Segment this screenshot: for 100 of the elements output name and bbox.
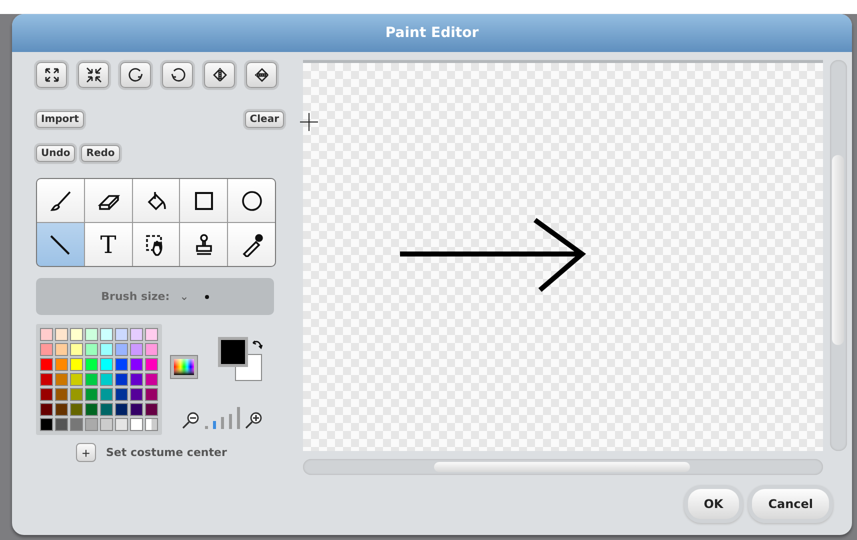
color-swatch[interactable] bbox=[70, 358, 83, 371]
color-swatch[interactable] bbox=[85, 343, 98, 356]
color-swatch[interactable] bbox=[70, 418, 83, 431]
flip-vertical-icon bbox=[252, 66, 270, 84]
eraser-tool[interactable] bbox=[84, 179, 132, 222]
color-swatch[interactable] bbox=[100, 328, 113, 341]
color-swatch[interactable] bbox=[70, 388, 83, 401]
rotate-right-button[interactable] bbox=[162, 62, 193, 88]
ellipse-tool[interactable] bbox=[228, 179, 275, 222]
color-swatch[interactable] bbox=[70, 403, 83, 416]
ok-button[interactable]: OK bbox=[688, 489, 740, 519]
brush-size-label: Brush size: bbox=[101, 290, 170, 303]
grow-icon bbox=[42, 66, 60, 84]
color-swatch[interactable] bbox=[85, 403, 98, 416]
eyedropper-tool[interactable] bbox=[228, 223, 275, 266]
cancel-button[interactable]: Cancel bbox=[752, 489, 829, 519]
brush-size-dot bbox=[204, 294, 209, 298]
vertical-scrollbar[interactable] bbox=[830, 60, 847, 451]
color-swatch[interactable] bbox=[130, 358, 143, 371]
clear-button[interactable]: Clear bbox=[244, 111, 284, 128]
transparent-swatch[interactable] bbox=[145, 418, 158, 431]
color-swatch[interactable] bbox=[70, 373, 83, 386]
color-swatch[interactable] bbox=[100, 343, 113, 356]
costume-center-label: Set costume center bbox=[106, 446, 227, 459]
color-swatch[interactable] bbox=[55, 373, 68, 386]
undo-button[interactable]: Undo bbox=[36, 145, 76, 162]
color-swatch[interactable] bbox=[40, 403, 53, 416]
color-swatch[interactable] bbox=[70, 328, 83, 341]
color-swatch[interactable] bbox=[100, 358, 113, 371]
color-swatch[interactable] bbox=[145, 358, 158, 371]
redo-button[interactable]: Redo bbox=[81, 145, 120, 162]
color-swatch[interactable] bbox=[130, 403, 143, 416]
color-picker-button[interactable] bbox=[170, 355, 198, 379]
color-swatch[interactable] bbox=[145, 403, 158, 416]
zoom-out-icon[interactable] bbox=[182, 411, 200, 429]
color-swatch[interactable] bbox=[40, 388, 53, 401]
color-swatch[interactable] bbox=[55, 403, 68, 416]
rotate-left-icon bbox=[126, 66, 144, 84]
color-swatch[interactable] bbox=[115, 358, 128, 371]
color-swatch[interactable] bbox=[100, 403, 113, 416]
horizontal-scrollbar[interactable] bbox=[303, 459, 823, 475]
scrollbar-thumb[interactable] bbox=[832, 155, 844, 345]
color-swatch[interactable] bbox=[70, 343, 83, 356]
line-tool[interactable] bbox=[37, 223, 84, 266]
brush-icon bbox=[48, 188, 72, 212]
color-swatch[interactable] bbox=[130, 328, 143, 341]
grow-button[interactable] bbox=[36, 62, 67, 88]
primary-color[interactable] bbox=[218, 337, 248, 367]
color-swatch[interactable] bbox=[115, 403, 128, 416]
color-swatch[interactable] bbox=[55, 358, 68, 371]
color-swatch[interactable] bbox=[145, 388, 158, 401]
select-tool[interactable] bbox=[132, 223, 180, 266]
color-swatch[interactable] bbox=[100, 373, 113, 386]
rectangle-tool[interactable] bbox=[180, 179, 228, 222]
flip-horizontal-icon bbox=[210, 66, 228, 84]
costume-center-button[interactable]: + bbox=[76, 443, 96, 462]
color-swatch[interactable] bbox=[115, 373, 128, 386]
color-swatch[interactable] bbox=[55, 343, 68, 356]
shrink-button[interactable] bbox=[78, 62, 109, 88]
color-swatch[interactable] bbox=[130, 418, 143, 431]
color-swatch[interactable] bbox=[145, 373, 158, 386]
color-swatch[interactable] bbox=[145, 328, 158, 341]
rotate-right-icon bbox=[168, 66, 186, 84]
color-swatch[interactable] bbox=[85, 388, 98, 401]
stamp-tool[interactable] bbox=[180, 223, 228, 266]
color-swatch[interactable] bbox=[40, 343, 53, 356]
color-swatch[interactable] bbox=[40, 418, 53, 431]
color-swatch[interactable] bbox=[130, 388, 143, 401]
color-swatch[interactable] bbox=[115, 418, 128, 431]
window-title: Paint Editor bbox=[385, 25, 479, 41]
zoom-in-icon[interactable] bbox=[245, 411, 263, 429]
rotate-left-button[interactable] bbox=[120, 62, 151, 88]
color-swatch[interactable] bbox=[85, 418, 98, 431]
color-swatch[interactable] bbox=[55, 388, 68, 401]
import-button[interactable]: Import bbox=[36, 111, 84, 128]
color-swatch[interactable] bbox=[100, 388, 113, 401]
color-swatch[interactable] bbox=[85, 358, 98, 371]
brush-tool[interactable] bbox=[37, 179, 84, 222]
color-swatch[interactable] bbox=[100, 418, 113, 431]
scrollbar-thumb[interactable] bbox=[434, 462, 690, 472]
color-swatch[interactable] bbox=[130, 343, 143, 356]
brush-size-caret[interactable]: ⌄ bbox=[180, 290, 189, 303]
color-swatch[interactable] bbox=[40, 328, 53, 341]
color-swatch[interactable] bbox=[55, 418, 68, 431]
color-swatch[interactable] bbox=[130, 373, 143, 386]
flip-vertical-button[interactable] bbox=[246, 62, 277, 88]
color-swatch[interactable] bbox=[85, 373, 98, 386]
shrink-icon bbox=[84, 66, 102, 84]
color-swatch[interactable] bbox=[145, 343, 158, 356]
color-swatch[interactable] bbox=[115, 388, 128, 401]
color-swatch[interactable] bbox=[115, 343, 128, 356]
text-tool[interactable]: T bbox=[84, 223, 132, 266]
fill-tool[interactable] bbox=[132, 179, 180, 222]
flip-horizontal-button[interactable] bbox=[204, 62, 235, 88]
color-swatch[interactable] bbox=[40, 373, 53, 386]
swap-colors-icon[interactable] bbox=[251, 339, 263, 351]
color-swatch[interactable] bbox=[85, 328, 98, 341]
color-swatch[interactable] bbox=[40, 358, 53, 371]
color-swatch[interactable] bbox=[115, 328, 128, 341]
color-swatch[interactable] bbox=[55, 328, 68, 341]
